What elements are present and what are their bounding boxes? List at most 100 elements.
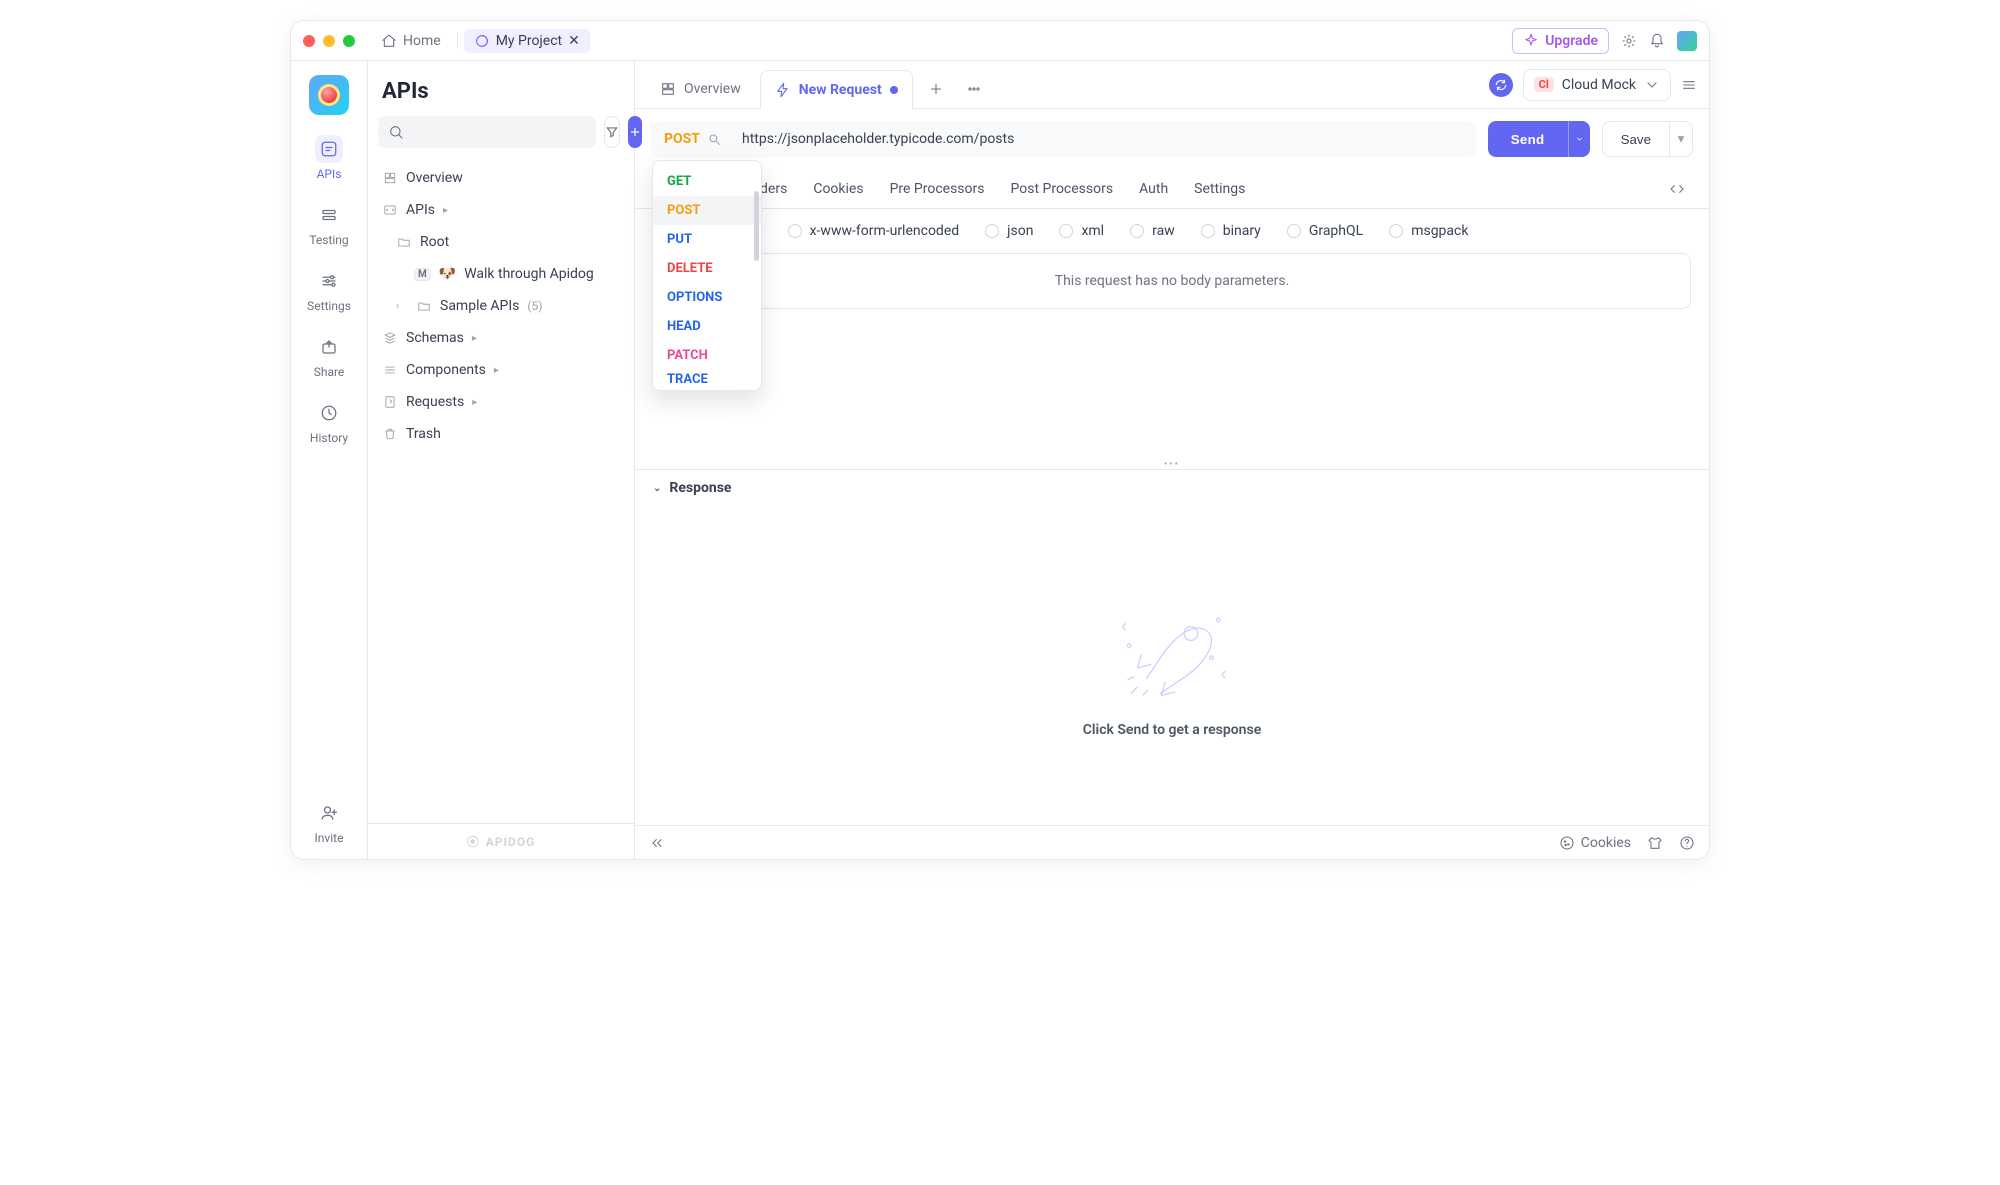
subtab-cookies[interactable]: Cookies <box>813 171 863 207</box>
tree-label: Sample APIs <box>440 298 519 314</box>
method-option-put[interactable]: PUT <box>653 225 761 254</box>
sidebar: APIs Overview <box>367 61 635 859</box>
requests-icon <box>382 395 398 409</box>
request-subtabs: BodyHeadersCookiesPre ProcessorsPost Pro… <box>635 169 1709 209</box>
chevron-down-icon: ⌄ <box>653 483 661 494</box>
home-tab[interactable]: Home <box>371 29 451 53</box>
hamburger-icon[interactable] <box>1681 77 1697 93</box>
navrail-invite[interactable]: Invite <box>299 799 359 845</box>
caret-right-icon: ▸ <box>472 333 484 344</box>
body-type-label: xml <box>1081 223 1104 239</box>
body-type-raw[interactable]: raw <box>1130 223 1175 239</box>
method-option-get[interactable]: GET <box>653 167 761 196</box>
plus-icon <box>928 81 944 97</box>
tab-new-request[interactable]: New Request <box>760 70 913 109</box>
env-name: Cloud Mock <box>1562 77 1636 93</box>
tree-sample-apis[interactable]: › Sample APIs (5) <box>374 290 628 322</box>
save-button[interactable]: Save <box>1602 121 1669 157</box>
upgrade-button[interactable]: Upgrade <box>1512 28 1609 54</box>
subtab-pre[interactable]: Pre Processors <box>890 171 985 207</box>
share-icon <box>315 333 343 361</box>
navrail-history[interactable]: History <box>299 399 359 445</box>
method-selector[interactable]: POST <box>652 122 734 156</box>
tree-trash[interactable]: Trash <box>374 418 628 450</box>
navrail-label: Share <box>314 365 345 379</box>
body-type-xml[interactable]: xml <box>1059 223 1104 239</box>
schema-icon <box>382 331 398 345</box>
method-option-post[interactable]: POST <box>653 196 761 225</box>
tree-walkthrough[interactable]: M 🐶 Walk through Apidog <box>374 258 628 290</box>
body-type-graphql[interactable]: GraphQL <box>1287 223 1363 239</box>
navrail-share[interactable]: Share <box>299 333 359 379</box>
radio-icon <box>1389 224 1403 238</box>
env-refresh-button[interactable] <box>1489 73 1513 97</box>
navrail-settings[interactable]: Settings <box>299 267 359 313</box>
subtab-post[interactable]: Post Processors <box>1011 171 1114 207</box>
method-dropdown: GETPOSTPUTDELETEOPTIONSHEADPATCHTRACE <box>652 160 762 391</box>
search-small-icon <box>706 131 722 147</box>
search-input[interactable] <box>404 123 586 141</box>
tree-label: Requests <box>406 394 464 410</box>
tree-requests[interactable]: Requests ▸ <box>374 386 628 418</box>
response-section-header[interactable]: ⌄ Response <box>635 469 1709 506</box>
markdown-badge: M <box>414 268 431 281</box>
collapse-icon[interactable] <box>649 835 665 851</box>
method-option-head[interactable]: HEAD <box>653 312 761 341</box>
code-icon[interactable] <box>1669 181 1685 197</box>
url-input[interactable] <box>734 131 1475 147</box>
navrail-testing[interactable]: Testing <box>299 201 359 247</box>
filter-button[interactable] <box>604 116 620 148</box>
main: Overview New Request Cl <box>635 61 1709 859</box>
scrollbar-thumb[interactable] <box>754 191 759 261</box>
tab-overview[interactable]: Overview <box>645 69 756 108</box>
close-icon[interactable]: ✕ <box>568 33 580 49</box>
tree-schemas[interactable]: Schemas ▸ <box>374 322 628 354</box>
app-logo <box>309 75 349 115</box>
caret-right-icon[interactable]: › <box>396 301 408 312</box>
body-type-label: msgpack <box>1411 223 1468 239</box>
subtab-auth[interactable]: Auth <box>1139 171 1168 207</box>
tree-label: Overview <box>406 170 463 186</box>
environment-selector[interactable]: Cl Cloud Mock <box>1523 69 1671 101</box>
bell-icon[interactable] <box>1649 33 1665 49</box>
tree-overview[interactable]: Overview <box>374 162 628 194</box>
search-icon <box>388 124 404 140</box>
minimize-window-dot[interactable] <box>323 35 335 47</box>
method-option-options[interactable]: OPTIONS <box>653 283 761 312</box>
tab-add[interactable] <box>917 69 955 108</box>
body-type-xwww[interactable]: x-www-form-urlencoded <box>788 223 960 239</box>
titlebar-separator <box>457 33 458 49</box>
cookies-button[interactable]: Cookies <box>1559 835 1631 851</box>
method-option-trace[interactable]: TRACE <box>653 370 761 384</box>
method-option-delete[interactable]: DELETE <box>653 254 761 283</box>
settings-icon <box>315 267 343 295</box>
caret-right-icon: ▸ <box>472 397 484 408</box>
body-type-json[interactable]: json <box>985 223 1033 239</box>
save-dropdown[interactable]: ▾ <box>1669 121 1693 157</box>
tab-more[interactable] <box>959 69 989 108</box>
body-type-binary[interactable]: binary <box>1201 223 1261 239</box>
tree-label: Components <box>406 362 486 378</box>
avatar[interactable] <box>1677 31 1697 51</box>
navrail-apis[interactable]: APIs <box>299 135 359 181</box>
send-dropdown[interactable] <box>1568 121 1590 157</box>
gear-icon[interactable] <box>1621 33 1637 49</box>
more-horizontal-icon <box>966 81 982 97</box>
help-icon[interactable] <box>1679 835 1695 851</box>
close-window-dot[interactable] <box>303 35 315 47</box>
tree-apis[interactable]: APIs ▸ <box>374 194 628 226</box>
maximize-window-dot[interactable] <box>343 35 355 47</box>
method-option-patch[interactable]: PATCH <box>653 341 761 370</box>
tree-components[interactable]: Components ▸ <box>374 354 628 386</box>
send-button[interactable]: Send <box>1488 121 1568 157</box>
project-tab[interactable]: My Project ✕ <box>464 29 590 53</box>
navrail-label: Invite <box>315 831 344 845</box>
subtab-settings[interactable]: Settings <box>1194 171 1245 207</box>
project-tab-label: My Project <box>496 33 562 49</box>
body-type-msgpack[interactable]: msgpack <box>1389 223 1468 239</box>
shirt-icon[interactable] <box>1647 835 1663 851</box>
splitter-handle[interactable]: ••• <box>635 459 1709 469</box>
search-input-wrap[interactable] <box>378 116 596 148</box>
titlebar: Home My Project ✕ Upgrade <box>291 21 1709 61</box>
tree-root[interactable]: Root <box>374 226 628 258</box>
